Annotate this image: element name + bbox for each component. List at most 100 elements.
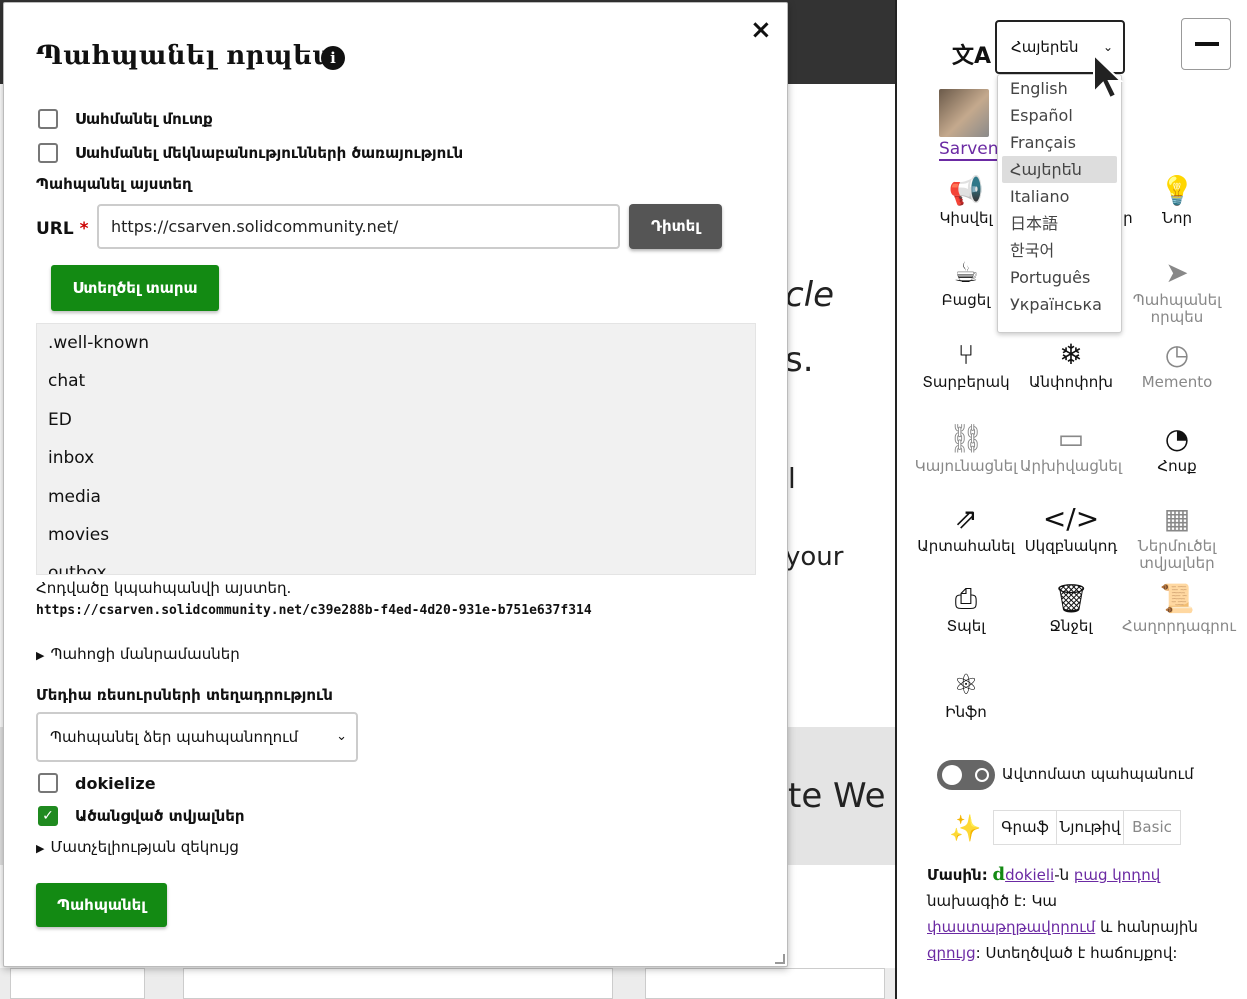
tool-label: Արտահանել — [917, 537, 1015, 555]
tool-trash[interactable]: 🗑 Ջնջել — [1016, 580, 1126, 635]
tool-clock[interactable]: ◷ Memento — [1122, 336, 1232, 391]
derived-data-checkbox[interactable]: ✓ — [38, 806, 58, 826]
tool-paper-plane[interactable]: ➤ Պահպանել որպես — [1122, 254, 1232, 326]
derived-data-label: Ածանցված տվյալներ — [75, 807, 245, 825]
bg-text-fragment: te We — [788, 776, 886, 816]
language-option[interactable]: Español — [998, 102, 1121, 129]
language-option[interactable]: Italiano — [998, 183, 1121, 210]
minus-icon — [1195, 42, 1219, 46]
tool-link[interactable]: ⛓ Կայունացնել — [911, 420, 1021, 475]
language-option[interactable]: Հայերեն — [1002, 156, 1117, 183]
avatar[interactable] — [939, 89, 989, 137]
snowflake-icon: ❄ — [1059, 338, 1083, 371]
documentation-link[interactable]: փաստաթղթավորում — [927, 918, 1095, 936]
language-dropdown[interactable]: English Español Français Հայերեն Italiano 日本語… — [997, 74, 1122, 333]
tool-printer[interactable]: ⎙ Տպել — [911, 580, 1021, 635]
tool-external-link[interactable]: ⇗ Արտահանել — [911, 500, 1021, 555]
tool-lightbulb[interactable]: 💡 Նոր — [1122, 172, 1232, 227]
set-access-checkbox[interactable] — [38, 109, 58, 129]
set-access-option[interactable]: Սահմանել մուտք — [38, 109, 213, 129]
bg-text-fragment: s. — [785, 340, 814, 380]
open-source-link[interactable]: բաց կոդով — [1074, 866, 1160, 884]
tool-code[interactable]: </> Սկզբնակոդ — [1016, 500, 1126, 555]
tool-rss[interactable]: ◔ Հոսք — [1122, 420, 1232, 475]
archive-icon: ▭ — [1057, 422, 1085, 455]
printer-icon: ⎙ — [954, 582, 978, 615]
tool-label: Պահպանել որպես — [1132, 291, 1222, 326]
language-option[interactable]: 한국어 — [998, 237, 1121, 264]
save-button[interactable]: Պահպանել — [36, 883, 167, 927]
tool-label: Նոր — [1162, 209, 1192, 227]
magic-wand-icon: ✨ — [949, 814, 982, 844]
bg-text-fragment: your — [785, 542, 844, 572]
tool-atom[interactable]: ⚛ Ինֆո — [911, 666, 1021, 721]
mode-basic-button[interactable]: Basic — [1123, 810, 1181, 845]
mode-graph-button[interactable]: Գրաֆ — [993, 810, 1057, 845]
tool-table[interactable]: ▦ Ներմուծել տվյալներ — [1122, 500, 1232, 572]
about-section: Մասին: ddokieli-ն բաց կոդով նախագիծ է: Կ… — [927, 864, 1198, 962]
dokielize-option[interactable]: dokielize — [38, 773, 156, 793]
media-location-select[interactable]: Պահպանել ձեր պահպանողում ⌄ — [36, 712, 358, 762]
derived-data-option[interactable]: ✓ Ածանցված տվյալներ — [38, 806, 245, 826]
tool-archive[interactable]: ▭ Արխիվացնել — [1016, 420, 1126, 475]
container-tree[interactable]: .well-known chat ED inbox media movies o… — [36, 323, 756, 575]
thumbnail — [10, 968, 145, 999]
tree-item[interactable]: media — [37, 478, 755, 516]
tree-item[interactable]: movies — [37, 516, 755, 554]
set-access-label: Սահմանել մուտք — [75, 110, 213, 128]
language-option[interactable]: Português — [998, 264, 1121, 291]
resize-handle[interactable] — [775, 954, 785, 964]
tree-item[interactable]: ED — [37, 401, 755, 439]
trash-icon: 🗑 — [1053, 582, 1089, 615]
dialog-title: Պահպանել որպես — [36, 41, 332, 71]
tree-item[interactable]: .well-known — [37, 324, 755, 362]
storage-details-toggle[interactable]: ▶ Պահոցի մանրամասներ — [36, 645, 240, 663]
set-comment-service-checkbox[interactable] — [38, 143, 58, 163]
tool-label: Սկզբնակոդ — [1024, 537, 1118, 555]
tree-item[interactable]: chat — [37, 362, 755, 400]
tool-scroll[interactable]: 📜 Հաղորդագրու — [1122, 580, 1236, 635]
accessibility-report-toggle[interactable]: ▶ Մատչելիության զեկույց — [36, 838, 239, 856]
tree-item[interactable]: outbox — [37, 554, 755, 574]
tool-label: Ներմուծել տվյալներ — [1137, 537, 1217, 572]
save-as-dialog: × Պահպանել որպես i Սահմանել մուտք Սահման… — [3, 2, 788, 967]
url-input[interactable] — [97, 204, 620, 249]
translate-icon: 文A — [952, 44, 992, 69]
browse-button[interactable]: Դիտել — [629, 204, 722, 249]
create-container-button[interactable]: Ստեղծել տարա — [51, 265, 219, 311]
chevron-down-icon: ⌄ — [336, 729, 347, 744]
language-option[interactable]: 日本語 — [998, 210, 1121, 237]
tool-label: Ինֆո — [945, 703, 987, 721]
set-comment-service-label: Սահմանել մեկնաբանությունների ծառայությու… — [75, 144, 464, 162]
close-icon[interactable]: × — [750, 17, 772, 43]
branch-icon: ⑂ — [957, 338, 975, 371]
dokielize-checkbox[interactable] — [38, 773, 58, 793]
user-name-link[interactable]: Sarven — [939, 140, 999, 161]
chat-link[interactable]: զրույց — [927, 944, 976, 962]
tool-snowflake[interactable]: ❄ Անփոփոխ — [1016, 336, 1126, 391]
atom-icon: ⚛ — [953, 668, 979, 701]
language-option[interactable]: Français — [998, 129, 1121, 156]
external-link-icon: ⇗ — [954, 502, 978, 535]
tree-item[interactable]: inbox — [37, 439, 755, 477]
bg-text-fragment: l — [788, 462, 796, 495]
table-icon: ▦ — [1163, 502, 1191, 535]
code-icon: </> — [1042, 502, 1100, 535]
autosave-label: Ավտոմատ պահպանում — [1002, 765, 1194, 783]
clock-icon: ◷ — [1164, 338, 1190, 371]
collapse-menu-button[interactable] — [1181, 18, 1231, 70]
bg-text-fragment: cle — [785, 275, 835, 315]
sidebar-menu: 文A Հայերեն ⌄ Sarven 📢Կիսվել⚡Ծանուցումներ… — [895, 0, 1247, 999]
media-location-label: Մեդիա ռեսուրսների տեղադրություն — [36, 686, 333, 704]
rss-icon: ◔ — [1164, 422, 1190, 455]
scroll-icon: 📜 — [1159, 582, 1195, 615]
paper-plane-icon: ➤ — [1165, 256, 1189, 289]
language-option[interactable]: Українська — [998, 291, 1121, 318]
tool-label: Տպել — [946, 617, 986, 635]
autosave-toggle[interactable] — [937, 760, 995, 790]
info-icon[interactable]: i — [321, 46, 345, 70]
set-comment-service-option[interactable]: Սահմանել մեկնաբանությունների ծառայությու… — [38, 143, 463, 163]
mode-content-button[interactable]: Նյութիվ — [1056, 810, 1124, 845]
tool-branch[interactable]: ⑂ Տարբերակ — [911, 336, 1021, 391]
dokieli-link[interactable]: dokieli — [1005, 866, 1054, 884]
